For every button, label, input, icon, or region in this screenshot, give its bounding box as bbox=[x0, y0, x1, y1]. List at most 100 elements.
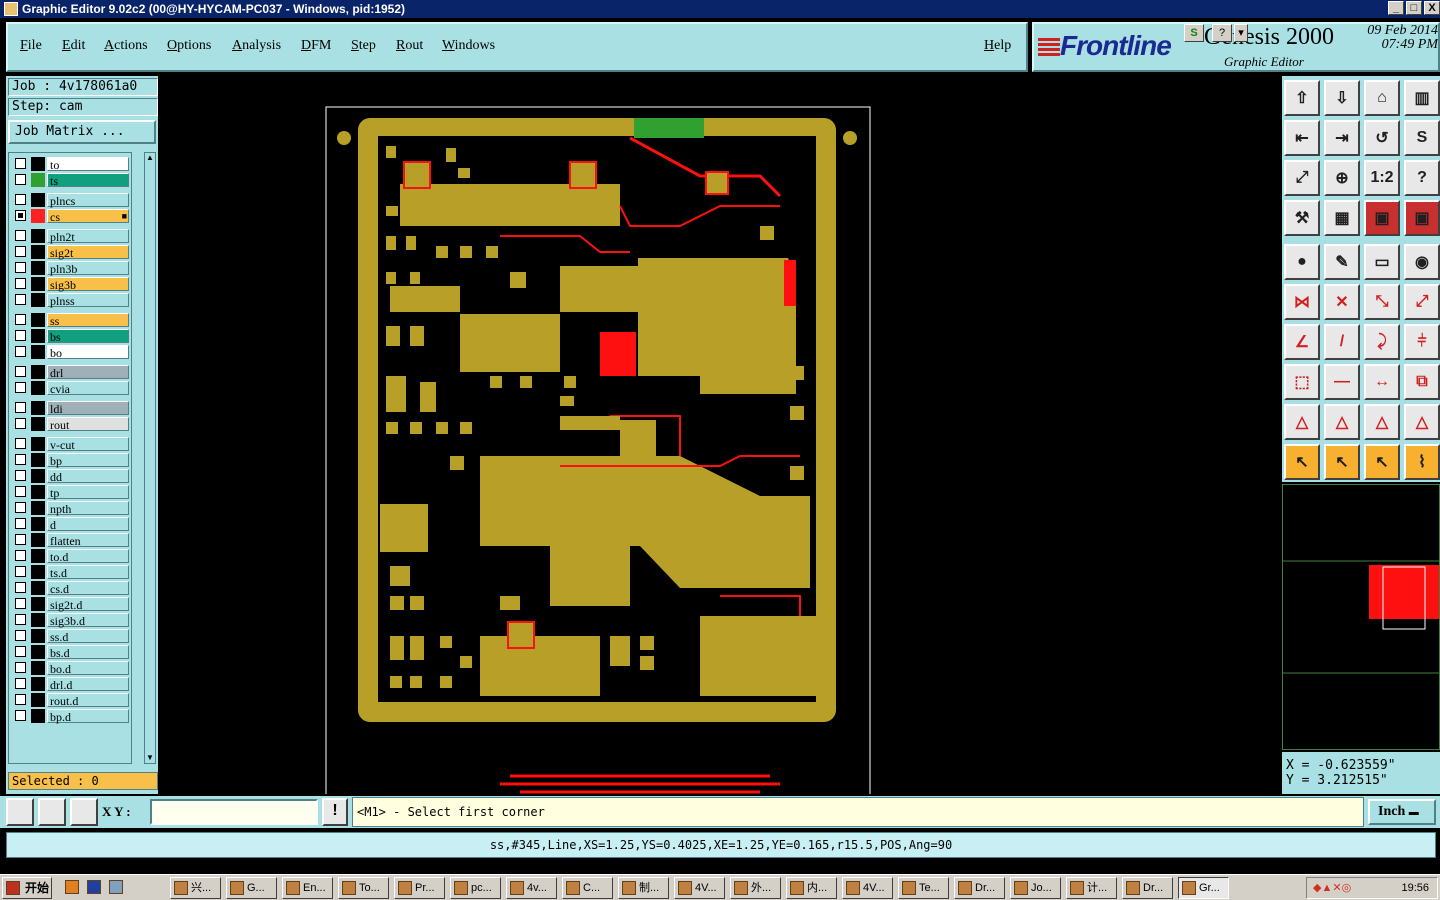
layer-color-swatch[interactable] bbox=[31, 501, 45, 515]
layer-row-sig2t[interactable]: sig2t bbox=[11, 245, 131, 260]
layer-checkbox[interactable] bbox=[15, 502, 26, 513]
layer-name[interactable]: sig2t.d bbox=[47, 597, 129, 612]
layer-checkbox[interactable] bbox=[15, 598, 26, 609]
layer-row-sig2t-d[interactable]: sig2t.d bbox=[11, 597, 131, 612]
layer-name[interactable]: bo bbox=[47, 345, 129, 360]
layer-checkbox[interactable] bbox=[15, 230, 26, 241]
layer-name[interactable]: cs.d bbox=[47, 581, 129, 596]
taskbar-button[interactable]: En... bbox=[282, 877, 333, 899]
triangle4-icon[interactable]: △ bbox=[1404, 404, 1440, 440]
layer-row-sig3b-d[interactable]: sig3b.d bbox=[11, 613, 131, 628]
layer-name[interactable]: sig3b.d bbox=[47, 613, 129, 628]
dropdown-mini-icon[interactable]: ▾ bbox=[1234, 24, 1248, 42]
home-icon[interactable]: ⌂ bbox=[1364, 80, 1400, 116]
layer-color-swatch[interactable] bbox=[31, 565, 45, 579]
layer-checkbox[interactable] bbox=[15, 534, 26, 545]
taskbar-button[interactable]: Jo... bbox=[1010, 877, 1061, 899]
menu-options[interactable]: Options bbox=[167, 38, 211, 54]
graphic-canvas[interactable] bbox=[160, 76, 1280, 794]
maximize-button[interactable]: □ bbox=[1406, 1, 1422, 15]
unit-selector[interactable]: Inch ▬ bbox=[1368, 799, 1436, 825]
desktop-icon[interactable] bbox=[106, 877, 126, 899]
menu-analysis[interactable]: Analysis bbox=[232, 38, 281, 54]
layer-color-swatch[interactable] bbox=[31, 245, 45, 259]
pointer3-icon[interactable]: ↖ bbox=[1364, 444, 1400, 480]
taskbar-button[interactable]: Gr... bbox=[1178, 877, 1229, 899]
layer-row-bo[interactable]: bo bbox=[11, 345, 131, 360]
job-matrix-button[interactable]: Job Matrix ... bbox=[8, 120, 156, 144]
route-icon[interactable]: ⌇ bbox=[1404, 444, 1440, 480]
layer-color-swatch[interactable] bbox=[31, 581, 45, 595]
layer-name[interactable]: cs bbox=[47, 209, 129, 224]
layer-row-drl[interactable]: drl bbox=[11, 365, 131, 380]
layer-color-swatch[interactable] bbox=[31, 313, 45, 327]
layer-row-ss[interactable]: ss bbox=[11, 313, 131, 328]
taskbar-button[interactable]: 4V... bbox=[674, 877, 725, 899]
taskbar-button[interactable]: pc... bbox=[450, 877, 501, 899]
layer-name[interactable]: pln2t bbox=[47, 229, 129, 244]
arc-icon[interactable]: ⤸ bbox=[1364, 324, 1400, 360]
layer-checkbox[interactable] bbox=[15, 262, 26, 273]
measure2-icon[interactable]: ↔ bbox=[1364, 364, 1400, 400]
layer-row-ss-d[interactable]: ss.d bbox=[11, 629, 131, 644]
info-icon[interactable]: ! bbox=[322, 798, 348, 826]
layer-name[interactable]: ts.d bbox=[47, 565, 129, 580]
layer-checkbox[interactable] bbox=[15, 346, 26, 357]
layer-color-swatch[interactable] bbox=[31, 209, 45, 223]
layer-color-swatch[interactable] bbox=[31, 261, 45, 275]
menu-help[interactable]: Help bbox=[984, 38, 1011, 54]
layer-row-plncs[interactable]: plncs bbox=[11, 193, 131, 208]
layer-checkbox[interactable] bbox=[15, 246, 26, 257]
layer-checkbox[interactable] bbox=[15, 630, 26, 641]
layer-row-drl-d[interactable]: drl.d bbox=[11, 677, 131, 692]
taskbar-button[interactable]: 计... bbox=[1066, 877, 1117, 899]
layer-name[interactable]: bp.d bbox=[47, 709, 129, 724]
layer-checkbox[interactable] bbox=[15, 438, 26, 449]
layer-color-swatch[interactable] bbox=[31, 677, 45, 691]
menu-edit[interactable]: Edit bbox=[62, 38, 85, 54]
layer-name[interactable]: drl bbox=[47, 365, 129, 380]
layer-color-swatch[interactable] bbox=[31, 629, 45, 643]
layer-name[interactable]: ldi bbox=[47, 401, 129, 416]
layer-checkbox[interactable] bbox=[15, 194, 26, 205]
layer-name[interactable]: to.d bbox=[47, 549, 129, 564]
taskbar-button[interactable]: Dr... bbox=[1122, 877, 1173, 899]
layer-row-pln2t[interactable]: pln2t bbox=[11, 229, 131, 244]
triangle2-icon[interactable]: △ bbox=[1324, 404, 1360, 440]
start-button[interactable]: 开始 bbox=[2, 877, 52, 899]
layer-row-dd[interactable]: dd bbox=[11, 469, 131, 484]
layer-row-bp[interactable]: bp bbox=[11, 453, 131, 468]
layer-checkbox[interactable] bbox=[15, 174, 26, 185]
taskbar-button[interactable]: 制... bbox=[618, 877, 669, 899]
layer-name[interactable]: bp bbox=[47, 453, 129, 468]
xy-input[interactable] bbox=[150, 799, 318, 825]
menu-file[interactable]: File bbox=[20, 38, 42, 54]
layer-color-swatch[interactable] bbox=[31, 157, 45, 171]
layer-name[interactable]: ss bbox=[47, 313, 129, 328]
panel-icon[interactable]: ▥ bbox=[1404, 80, 1440, 116]
taskbar-button[interactable]: Pr... bbox=[394, 877, 445, 899]
upload-icon[interactable]: ⇧ bbox=[1284, 80, 1320, 116]
layer-red2-icon[interactable]: ▣ bbox=[1404, 200, 1440, 236]
layer-color-swatch[interactable] bbox=[31, 517, 45, 531]
layer-color-swatch[interactable] bbox=[31, 485, 45, 499]
zoom-icon[interactable]: ⊕ bbox=[1324, 160, 1360, 196]
layer-color-swatch[interactable] bbox=[31, 613, 45, 627]
layer-row-bs[interactable]: bs bbox=[11, 329, 131, 344]
layer-checkbox[interactable] bbox=[15, 330, 26, 341]
layer-color-swatch[interactable] bbox=[31, 401, 45, 415]
angle-icon[interactable]: ∠ bbox=[1284, 324, 1320, 360]
ff-icon[interactable]: ⫩ bbox=[1404, 324, 1440, 360]
minus-icon[interactable]: — bbox=[1324, 364, 1360, 400]
layer-checkbox[interactable] bbox=[15, 454, 26, 465]
close-button[interactable]: X bbox=[1424, 1, 1440, 15]
layer-name[interactable]: bs bbox=[47, 329, 129, 344]
layer-name[interactable]: sig2t bbox=[47, 245, 129, 260]
layer-checkbox[interactable] bbox=[15, 662, 26, 673]
layer-row-v-cut[interactable]: v-cut bbox=[11, 437, 131, 452]
layer-red-icon[interactable]: ▣ bbox=[1364, 200, 1400, 236]
line-icon[interactable]: / bbox=[1324, 324, 1360, 360]
layer-checkbox[interactable] bbox=[15, 382, 26, 393]
layer-color-swatch[interactable] bbox=[31, 469, 45, 483]
layer-checkbox[interactable] bbox=[15, 614, 26, 625]
